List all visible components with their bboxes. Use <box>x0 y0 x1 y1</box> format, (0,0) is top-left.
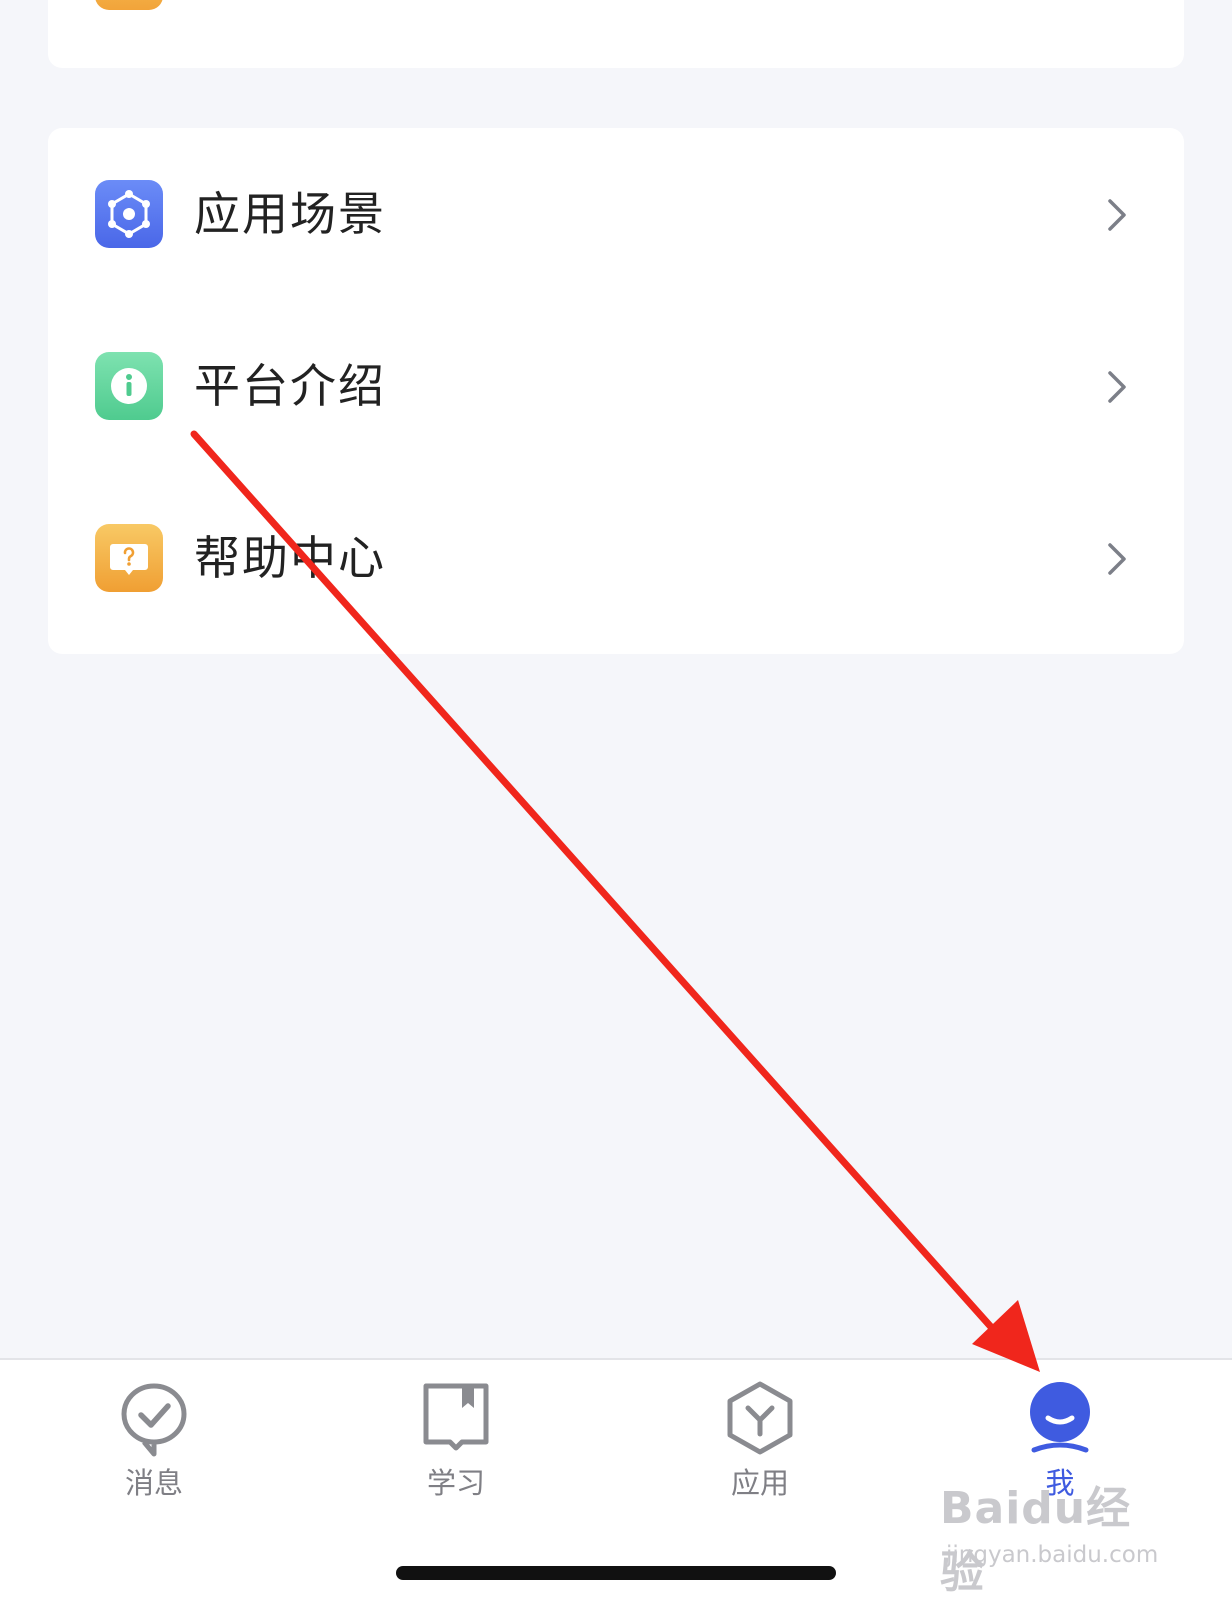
menu-item-label: 平台介绍 <box>194 359 386 413</box>
tab-label: 我 <box>1045 1466 1075 1500</box>
menu-item-label: 帮助中心 <box>194 531 386 585</box>
menu-card: 应用场景 平台介绍 帮助中心 <box>48 128 1184 654</box>
menu-item-label: 应用场景 <box>194 187 386 241</box>
tab-label: 消息 <box>124 1466 183 1500</box>
book-icon <box>423 1383 489 1451</box>
message-check-icon <box>121 1383 187 1457</box>
info-icon <box>95 352 163 420</box>
apps-scene-icon <box>95 180 163 248</box>
chevron-right-icon <box>1108 371 1126 403</box>
menu-item-help-center[interactable]: 帮助中心 <box>48 472 1184 648</box>
tab-label: 学习 <box>426 1466 485 1500</box>
home-indicator <box>396 1566 836 1580</box>
tab-apps[interactable]: 应用 <box>680 1360 840 1510</box>
tab-messages[interactable]: 消息 <box>74 1360 234 1510</box>
chevron-right-icon <box>1108 543 1126 575</box>
menu-item-app-scenes[interactable]: 应用场景 <box>48 128 1184 304</box>
top-card-icon <box>95 0 163 10</box>
help-chat-icon <box>95 524 163 592</box>
tab-study[interactable]: 学习 <box>376 1360 536 1510</box>
menu-item-platform-intro[interactable]: 平台介绍 <box>48 300 1184 476</box>
tab-label: 应用 <box>730 1466 789 1500</box>
top-menu-card <box>48 0 1184 68</box>
cube-app-icon <box>727 1381 793 1455</box>
profile-icon <box>1030 1382 1090 1453</box>
tab-me[interactable]: 我 <box>980 1360 1140 1510</box>
chevron-right-icon <box>1108 199 1126 231</box>
